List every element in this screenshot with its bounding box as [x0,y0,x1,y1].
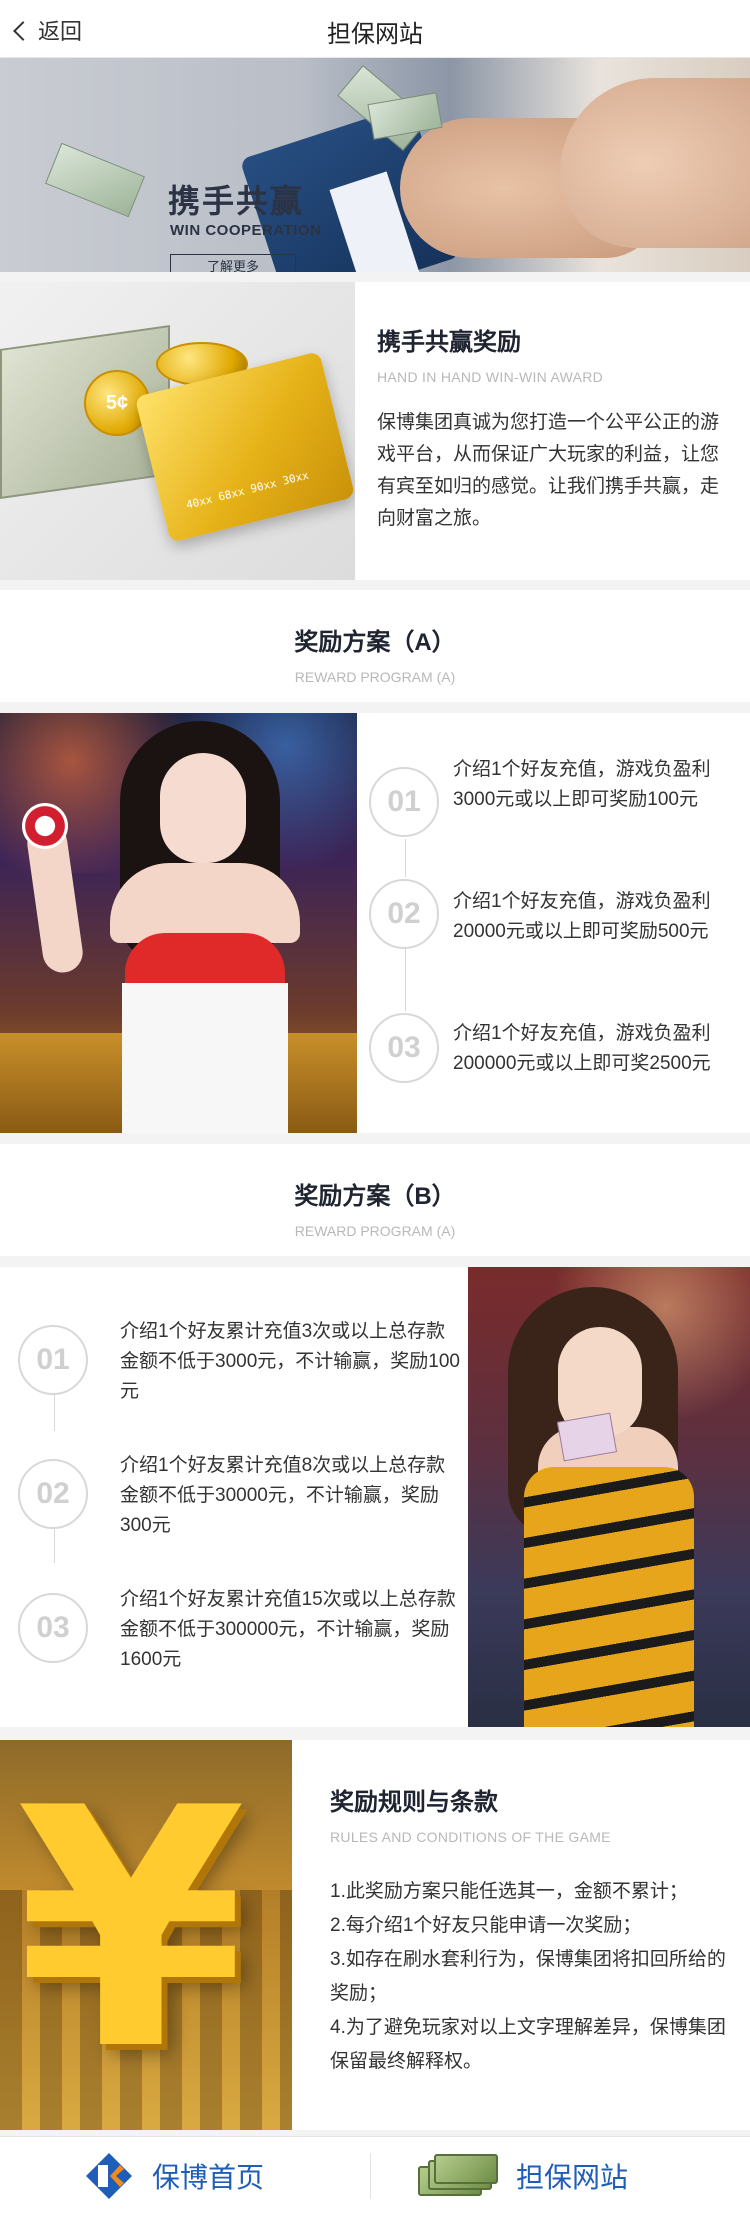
step-number: 01 [18,1325,88,1395]
rules-section: ¥ 奖励规则与条款 RULES AND CONDITIONS OF THE GA… [0,1740,750,2130]
guarantee-nav-label: 担保网站 [516,2162,629,2193]
award-body: 保博集团真诚为您打造一个公平公正的游戏平台，从而保证广大玩家的利益，让您有宾至如… [377,412,720,529]
model-body [110,863,300,943]
award-text: 携手共赢奖励 HAND IN HAND WIN-WIN AWARD 保博集团真诚… [377,322,727,535]
award-subtitle: HAND IN HAND WIN-WIN AWARD [377,369,604,385]
program-b-title: 奖励方案（B） [294,1183,456,1210]
rule-item: 2.每介绍1个好友只能申请一次奖励； [330,1915,642,1936]
banner-title: 携手共赢 [168,183,305,219]
award-illustration: 5¢ 40xx 68xx 90xx 30xx [0,282,355,580]
bottom-nav: 保博首页 担保网站 [0,2136,750,2214]
rule-item: 1.此奖励方案只能任选其一，金额不累计； [330,1881,688,1902]
step-number: 01 [369,767,439,837]
casino-model-image [468,1267,750,1727]
step-text: 介绍1个好友充值，游戏负盈利200000元或以上即可奖2500元 [453,1023,711,1074]
page: 返回 担保网站 携手共赢 WIN COOPERATION 了解更多 5¢ 40x… [0,0,750,2214]
banknote-image [45,142,145,218]
brand-logo-icon [84,2151,134,2201]
step-text: 介绍1个好友充值，游戏负盈利3000元或以上即可奖励100元 [453,759,711,810]
model-dress [524,1467,694,1727]
rules-list: 1.此奖励方案只能任选其一，金额不累计； 2.每介绍1个好友只能申请一次奖励； … [330,1875,730,2079]
program-b-section: 01 介绍1个好友累计充值3次或以上总存款金额不低于3000元，不计输赢，奖励1… [0,1267,750,1727]
home-nav-label: 保博首页 [152,2162,265,2193]
guarantee-nav-button[interactable]: 担保网站 [418,2137,628,2214]
yen-icon: ¥ [16,1740,246,2122]
model-face [160,753,246,863]
rule-item: 4.为了避免玩家对以上文字理解差异，保博集团保留最终解释权。 [330,2017,726,2072]
rules-text: 奖励规则与条款 RULES AND CONDITIONS OF THE GAME… [330,1782,730,2079]
program-a-subtitle: REWARD PROGRAM (A) [294,669,456,685]
model-dress [122,983,288,1133]
nav-divider [370,2153,371,2199]
step-number: 03 [369,1013,439,1083]
award-title: 携手共赢奖励 [377,329,521,356]
program-b-subtitle: REWARD PROGRAM (A) [294,1223,456,1239]
step-text: 介绍1个好友累计充值3次或以上总存款金额不低于3000元，不计输赢，奖励100元 [120,1321,460,1402]
rule-item: 3.如存在刷水套利行为，保博集团将扣回所给的奖励； [330,1949,726,2004]
home-nav-button[interactable]: 保博首页 [84,2137,264,2214]
step-text: 介绍1个好友累计充值8次或以上总存款金额不低于30000元，不计输赢，奖励300… [120,1455,446,1536]
step-text: 介绍1个好友充值，游戏负盈利20000元或以上即可奖励500元 [453,891,711,942]
hand-image [560,78,750,248]
step-text: 介绍1个好友累计充值15次或以上总存款金额不低于300000元，不计输赢，奖励1… [120,1589,456,1670]
page-title: 担保网站 [327,21,423,48]
hero-banner: 携手共赢 WIN COOPERATION 了解更多 [0,58,750,272]
program-a-steps: 01 介绍1个好友充值，游戏负盈利3000元或以上即可奖励100元 02 介绍1… [357,713,750,1133]
program-b-header: 奖励方案（B） REWARD PROGRAM (A) [0,1144,750,1256]
top-bar: 返回 担保网站 [0,0,750,58]
rules-title: 奖励规则与条款 [330,1789,498,1816]
learn-more-button[interactable]: 了解更多 [170,254,296,272]
yen-illustration: ¥ [0,1740,292,2130]
program-a-title: 奖励方案（A） [294,629,456,656]
money-stack-icon [418,2154,498,2198]
step-number: 02 [18,1459,88,1529]
card-number: 40xx 68xx 90xx 30xx [184,468,311,512]
program-b-steps: 01 介绍1个好友累计充值3次或以上总存款金额不低于3000元，不计输赢，奖励1… [0,1267,468,1727]
step-connector [405,839,406,877]
rules-subtitle: RULES AND CONDITIONS OF THE GAME [330,1829,611,1845]
casino-chip-icon [22,803,68,849]
step-number: 02 [369,879,439,949]
award-section: 5¢ 40xx 68xx 90xx 30xx 携手共赢奖励 HAND IN HA… [0,282,750,580]
step-number: 03 [18,1593,88,1663]
step-connector [405,949,406,1011]
casino-model-image [0,713,357,1133]
program-a-section: 01 介绍1个好友充值，游戏负盈利3000元或以上即可奖励100元 02 介绍1… [0,713,750,1133]
banner-subtitle: WIN COOPERATION [170,222,322,239]
program-a-header: 奖励方案（A） REWARD PROGRAM (A) [0,590,750,702]
